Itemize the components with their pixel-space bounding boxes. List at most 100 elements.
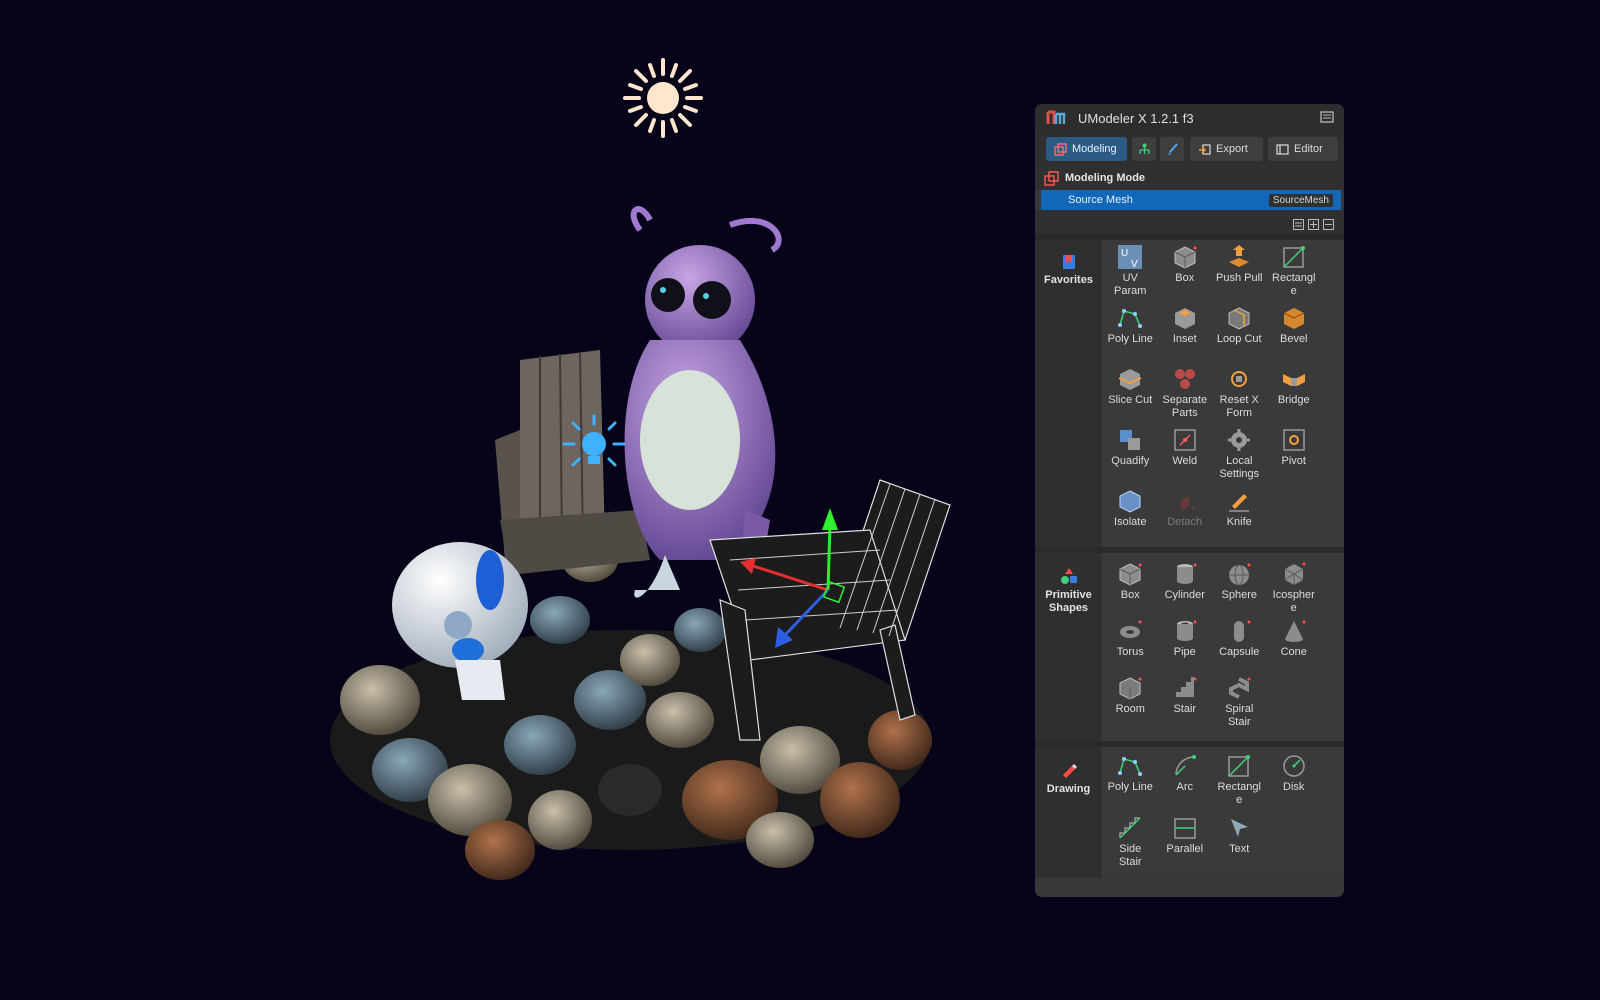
tab-hierarchy[interactable] <box>1132 137 1156 161</box>
export-icon <box>1199 143 1211 155</box>
tool-weld[interactable]: Weld <box>1158 423 1213 484</box>
separate-parts-icon <box>1174 369 1195 389</box>
tool-box[interactable]: Box <box>1158 240 1213 301</box>
mode-tabbar: Modeling Export Editor <box>1035 132 1344 166</box>
tool-pivot[interactable]: Pivot <box>1267 423 1322 484</box>
cone-icon <box>1284 620 1306 642</box>
export-button[interactable]: Export <box>1190 137 1263 161</box>
tab-paint[interactable] <box>1160 137 1184 161</box>
torus-icon <box>1120 620 1142 638</box>
primitive-shapes-tools: Box Cylinder Sphere Icospher e Torus Pip… <box>1102 553 1344 741</box>
tool-pipe[interactable]: Pipe <box>1158 614 1213 671</box>
primitive-shapes-label: Primitive Shapes <box>1045 589 1092 614</box>
remove-icon[interactable] <box>1323 217 1334 230</box>
spiral-stair-icon <box>1229 677 1251 699</box>
rectangle-icon <box>1283 246 1305 268</box>
tool-spiral-stair[interactable]: Spiral Stair <box>1212 671 1267 728</box>
brush-icon <box>1167 142 1178 155</box>
tool-sphere[interactable]: Sphere <box>1212 557 1267 614</box>
uv-param-icon: UV <box>1118 245 1143 270</box>
tool-cylinder[interactable]: Cylinder <box>1158 557 1213 614</box>
tool-poly-line[interactable]: Poly Line <box>1103 301 1158 362</box>
tool-knife[interactable]: Knife <box>1212 484 1267 545</box>
cylinder-icon <box>1176 563 1197 584</box>
tool-side-stair[interactable]: Side Stair <box>1103 811 1158 873</box>
tool-reset-xform[interactable]: Reset X Form <box>1212 362 1267 423</box>
drawing-icon <box>1062 764 1077 778</box>
primitive-shapes-category[interactable]: Primitive Shapes <box>1035 553 1102 741</box>
window-menu-icon[interactable] <box>1320 110 1334 124</box>
drawing-tools: Poly Line Arc Rectangl e Disk Side Stair… <box>1102 747 1344 878</box>
tool-bridge[interactable]: Bridge <box>1267 362 1322 423</box>
quadify-icon <box>1120 430 1141 450</box>
hierarchy-icon <box>1138 143 1150 154</box>
tab-modeling[interactable]: Modeling <box>1046 137 1127 161</box>
bevel-icon <box>1283 308 1304 329</box>
primitive-shapes-icon <box>1060 568 1077 584</box>
push-pull-icon <box>1229 245 1250 267</box>
favorites-label: Favorites <box>1044 274 1093 286</box>
tool-room[interactable]: Room <box>1103 671 1158 728</box>
tool-disk[interactable]: Disk <box>1267 749 1322 811</box>
tool-uv-param[interactable]: U V UV Param <box>1103 240 1158 301</box>
text-tool-icon <box>1231 819 1249 837</box>
poly-line-icon <box>1118 309 1143 328</box>
tool-cone[interactable]: Cone <box>1267 614 1322 671</box>
tool-local-settings[interactable]: Local Settings <box>1212 423 1267 484</box>
tool-slice-cut[interactable]: Slice Cut <box>1103 362 1158 423</box>
tool-detach[interactable]: Detach <box>1158 484 1213 545</box>
scene-viewport[interactable] <box>0 0 1030 1000</box>
detach-icon <box>1180 496 1195 510</box>
drawing-category[interactable]: Drawing <box>1035 747 1102 878</box>
window-titlebar[interactable]: UModeler X 1.2.1 f3 <box>1035 104 1344 132</box>
box-icon <box>1119 563 1142 586</box>
add-icon[interactable] <box>1308 217 1319 230</box>
source-mesh-value: SourceMesh <box>1268 193 1333 207</box>
favorites-section: Favorites U V UV Param Box Push Pull Recta… <box>1035 240 1344 547</box>
list-icon[interactable] <box>1293 217 1304 230</box>
tool-loop-cut[interactable]: Loop Cut <box>1212 301 1267 362</box>
mode-title: Modeling Mode <box>1065 172 1146 184</box>
tab-modeling-label: Modeling <box>1072 143 1117 155</box>
primitive-shapes-section: Primitive Shapes Box Cylinder Sphere Ico… <box>1035 553 1344 741</box>
editor-button[interactable]: Editor <box>1268 137 1338 161</box>
drawing-label: Drawing <box>1046 783 1091 795</box>
sun-light-icon[interactable] <box>623 58 703 138</box>
tool-inset[interactable]: Inset <box>1158 301 1213 362</box>
favorites-category[interactable]: Favorites <box>1035 240 1102 547</box>
tool-quadify[interactable]: Quadify <box>1103 423 1158 484</box>
tool-push-pull[interactable]: Push Pull <box>1212 240 1267 301</box>
room-icon <box>1119 677 1142 700</box>
arc-icon <box>1175 755 1196 776</box>
window-title: UModeler X 1.2.1 f3 <box>1078 110 1194 126</box>
inset-icon <box>1174 308 1195 329</box>
tool-rectangle[interactable]: Rectangl e <box>1267 240 1322 301</box>
source-mesh-row[interactable]: Source Mesh SourceMesh <box>1041 190 1341 210</box>
drawing-section: Drawing Poly Line Arc Rectangl e Disk Si… <box>1035 747 1344 878</box>
tool-draw-poly-line[interactable]: Poly Line <box>1103 749 1158 811</box>
tool-icosphere[interactable]: Icospher e <box>1267 557 1322 614</box>
favorites-tools: U V UV Param Box Push Pull Rectangl e Poly… <box>1102 240 1344 547</box>
umodeler-logo-icon <box>1046 110 1066 124</box>
umodeler-panel: UModeler X 1.2.1 f3 Modeling Export Edit… <box>1035 104 1344 897</box>
tool-arc[interactable]: Arc <box>1158 749 1213 811</box>
tool-draw-rectangle[interactable]: Rectangl e <box>1212 749 1267 811</box>
tool-isolate[interactable]: Isolate <box>1103 484 1158 545</box>
bridge-icon <box>1282 374 1305 386</box>
parallel-icon <box>1174 818 1196 839</box>
tool-parallel[interactable]: Parallel <box>1158 811 1213 873</box>
pipe-icon <box>1176 620 1197 641</box>
tool-text[interactable]: Text <box>1212 811 1267 873</box>
source-mesh-actions <box>1035 210 1344 234</box>
tool-prim-box[interactable]: Box <box>1103 557 1158 614</box>
tool-torus[interactable]: Torus <box>1103 614 1158 671</box>
mode-header: Modeling Mode <box>1035 166 1344 190</box>
knife-icon <box>1229 494 1250 512</box>
pivot-icon <box>1283 429 1305 451</box>
rectangle-icon <box>1228 755 1251 777</box>
tool-stair[interactable]: Stair <box>1158 671 1213 728</box>
tool-bevel[interactable]: Bevel <box>1267 301 1322 362</box>
tool-separate-parts[interactable]: Separate Parts <box>1158 362 1213 423</box>
export-label: Export <box>1216 143 1248 155</box>
tool-capsule[interactable]: Capsule <box>1212 614 1267 671</box>
